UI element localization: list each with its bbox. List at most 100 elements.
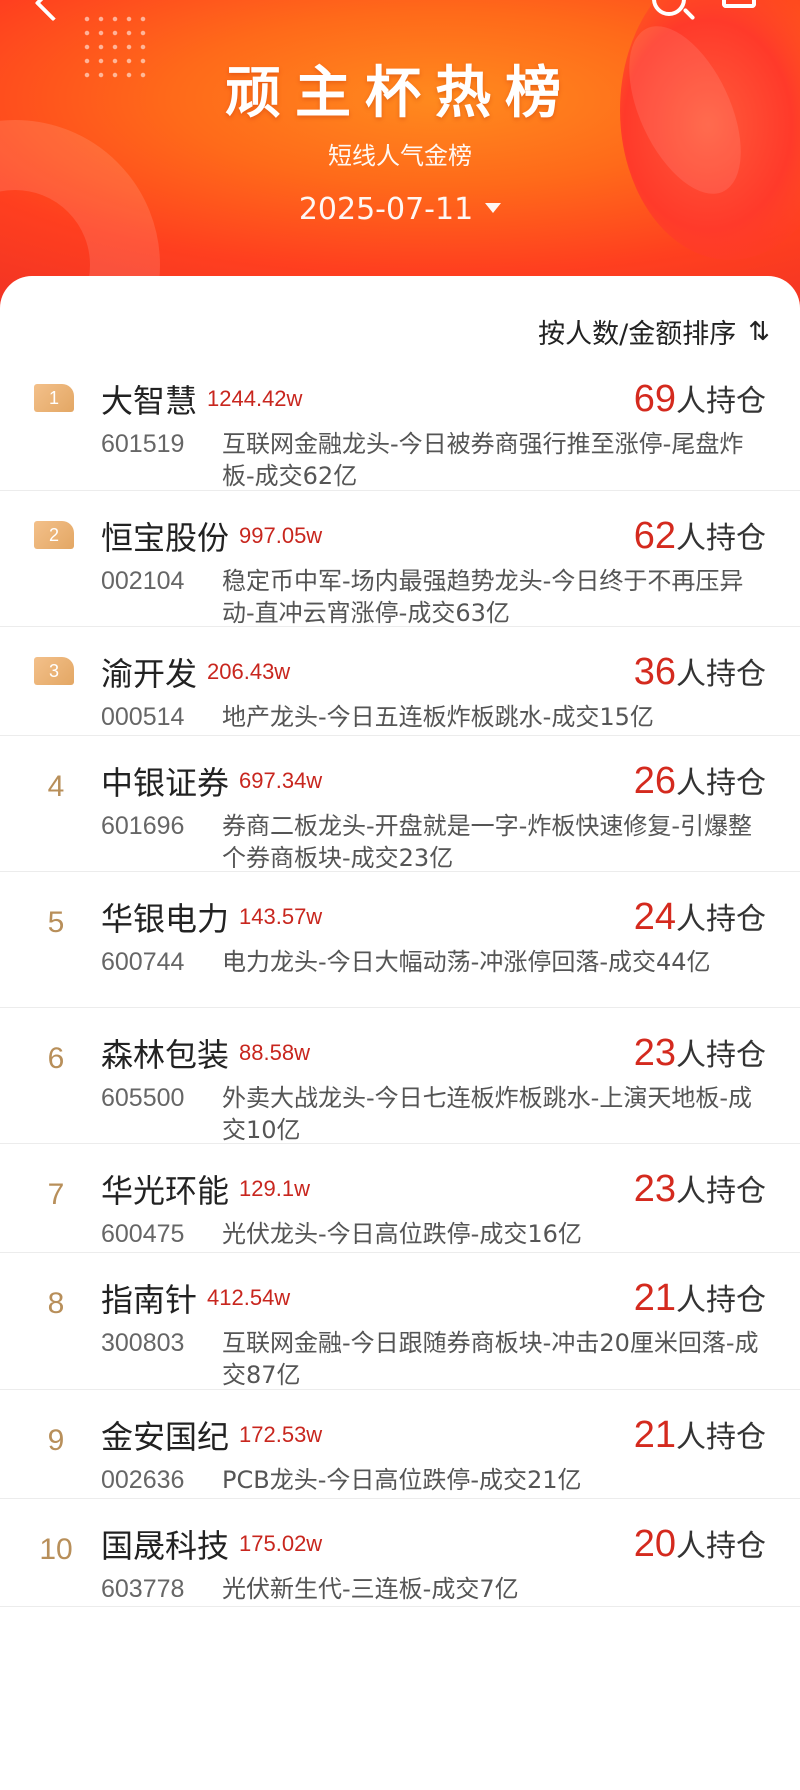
stock-amount: 206.43w bbox=[207, 659, 291, 684]
date-value: 2025-07-11 bbox=[298, 192, 474, 227]
holder-suffix: 人持仓 bbox=[676, 902, 766, 937]
stock-row[interactable]: 9 金安国纪 172.53w 21人持仓 002636 PCB龙头-今日高位跌停-成交21… bbox=[0, 1390, 800, 1499]
rank-number: 6 bbox=[47, 1042, 65, 1075]
stock-description: 互联网金融龙头-今日被券商强行推至涨停-尾盘炸板-成交62亿 bbox=[222, 430, 744, 490]
holder-suffix: 人持仓 bbox=[676, 1174, 766, 1209]
holder-suffix: 人持仓 bbox=[676, 1529, 766, 1564]
holder-suffix: 人持仓 bbox=[676, 657, 766, 692]
stock-name: 渝开发 bbox=[101, 655, 198, 693]
holder-suffix: 人持仓 bbox=[676, 766, 766, 801]
stock-row[interactable]: 6 森林包装 88.58w 23人持仓 605500 外卖大战龙头-今日七连板炸板跳水-上… bbox=[0, 1008, 800, 1144]
stock-name-line: 渝开发 206.43w bbox=[101, 649, 290, 695]
stock-amount: 997.05w bbox=[239, 523, 323, 548]
holder-suffix: 人持仓 bbox=[676, 1038, 766, 1073]
stock-name-line: 国晟科技 175.02w bbox=[101, 1521, 322, 1567]
stock-code: 605500 bbox=[101, 1084, 185, 1112]
stock-description: 光伏龙头-今日高位跌停-成交16亿 bbox=[222, 1220, 582, 1248]
stock-name-line: 指南针 412.54w bbox=[101, 1275, 290, 1321]
stock-code: 601519 bbox=[101, 430, 185, 458]
stock-row[interactable]: 7 华光环能 129.1w 23人持仓 600475 光伏龙头-今日高位跌停-成交16亿 bbox=[0, 1144, 800, 1253]
stock-row[interactable]: 2 恒宝股份 997.05w 62人持仓 002104 稳定币中军-场内最强趋势龙头-今日… bbox=[0, 491, 800, 627]
rank-number: 7 bbox=[47, 1178, 65, 1211]
holder-number: 23 bbox=[633, 1168, 676, 1210]
holder-number: 24 bbox=[633, 896, 676, 938]
stock-amount: 412.54w bbox=[207, 1285, 291, 1310]
stock-description: 互联网金融-今日跟随券商板块-冲击20厘米回落-成交87亿 bbox=[222, 1329, 759, 1389]
rank-number: 10 bbox=[39, 1533, 73, 1566]
holder-number: 36 bbox=[633, 651, 676, 693]
ranking-list: 1 大智慧 1244.42w 69人持仓 601519 互联网金融龙头-今日被券商强行推至… bbox=[0, 354, 800, 1607]
rank-number: 8 bbox=[47, 1287, 65, 1320]
stock-code: 601696 bbox=[101, 812, 185, 840]
rank-badge: 3 bbox=[34, 657, 74, 685]
stock-name: 大智慧 bbox=[101, 382, 198, 420]
stock-row[interactable]: 5 华银电力 143.57w 24人持仓 600744 电力龙头-今日大幅动荡-冲涨停回落… bbox=[0, 872, 800, 1008]
holder-count: 21人持仓 bbox=[634, 1275, 766, 1320]
stock-code: 300803 bbox=[101, 1329, 185, 1357]
date-picker[interactable]: 2025-07-11 bbox=[0, 192, 800, 227]
stock-name-line: 大智慧 1244.42w bbox=[101, 376, 302, 422]
sort-toggle[interactable]: 按人数/金额排序 ⇅ bbox=[538, 312, 770, 351]
rank-number: 5 bbox=[47, 906, 65, 939]
holder-suffix: 人持仓 bbox=[676, 1283, 766, 1318]
holder-number: 26 bbox=[633, 760, 676, 802]
stock-description: 外卖大战龙头-今日七连板炸板跳水-上演天地板-成交10亿 bbox=[222, 1084, 752, 1144]
rank-badge: 1 bbox=[34, 384, 74, 412]
stock-description: PCB龙头-今日高位跌停-成交21亿 bbox=[222, 1466, 582, 1494]
stock-name-line: 华光环能 129.1w bbox=[101, 1166, 310, 1212]
stock-code: 603778 bbox=[101, 1575, 185, 1603]
holder-number: 21 bbox=[633, 1414, 676, 1456]
stock-row[interactable]: 1 大智慧 1244.42w 69人持仓 601519 互联网金融龙头-今日被券商强行推至… bbox=[0, 354, 800, 491]
back-arrow-icon[interactable] bbox=[34, 0, 72, 22]
holder-number: 23 bbox=[633, 1032, 676, 1074]
holder-number: 69 bbox=[633, 378, 676, 420]
stock-row[interactable]: 8 指南针 412.54w 21人持仓 300803 互联网金融-今日跟随券商板块-冲击2… bbox=[0, 1253, 800, 1390]
stock-description: 稳定币中军-场内最强趋势龙头-今日终于不再压异动-直冲云宵涨停-成交63亿 bbox=[222, 567, 744, 627]
stock-name: 华光环能 bbox=[101, 1172, 230, 1210]
stock-amount: 697.34w bbox=[239, 768, 323, 793]
stock-name: 国晟科技 bbox=[101, 1527, 230, 1565]
holder-number: 62 bbox=[633, 515, 676, 557]
stock-name: 恒宝股份 bbox=[101, 519, 230, 557]
share-icon[interactable] bbox=[722, 0, 756, 8]
stock-amount: 175.02w bbox=[239, 1531, 323, 1556]
stock-row[interactable]: 3 渝开发 206.43w 36人持仓 000514 地产龙头-今日五连板炸板跳水-成交1… bbox=[0, 627, 800, 736]
holder-number: 20 bbox=[633, 1523, 676, 1565]
stock-amount: 143.57w bbox=[239, 904, 323, 929]
holder-suffix: 人持仓 bbox=[676, 521, 766, 556]
rank-number: 4 bbox=[47, 770, 65, 803]
stock-amount: 172.53w bbox=[239, 1422, 323, 1447]
stock-name-line: 华银电力 143.57w bbox=[101, 894, 322, 940]
stock-description: 券商二板龙头-开盘就是一字-炸板快速修复-引爆整个券商板块-成交23亿 bbox=[222, 812, 752, 872]
stock-description: 光伏新生代-三连板-成交7亿 bbox=[222, 1575, 519, 1603]
stock-name-line: 恒宝股份 997.05w bbox=[101, 513, 322, 559]
holder-count: 20人持仓 bbox=[634, 1521, 766, 1566]
stock-name: 华银电力 bbox=[101, 900, 230, 938]
caret-down-icon bbox=[485, 202, 502, 213]
holder-count: 21人持仓 bbox=[634, 1412, 766, 1457]
page-subtitle: 短线人气金榜 bbox=[328, 142, 472, 170]
stock-description: 地产龙头-今日五连板炸板跳水-成交15亿 bbox=[222, 703, 654, 731]
stock-name-line: 森林包装 88.58w bbox=[101, 1030, 310, 1076]
holder-count: 69人持仓 bbox=[634, 376, 766, 421]
holder-count: 36人持仓 bbox=[634, 649, 766, 694]
sort-label: 按人数/金额排序 bbox=[538, 319, 737, 350]
stock-amount: 1244.42w bbox=[207, 386, 303, 411]
stock-amount: 129.1w bbox=[239, 1176, 310, 1201]
stock-code: 600744 bbox=[101, 948, 185, 976]
stock-row[interactable]: 10 国晟科技 175.02w 20人持仓 603778 光伏新生代-三连板-成交7亿 bbox=[0, 1499, 800, 1607]
page-title: 顽主杯热榜 bbox=[225, 61, 575, 126]
stock-description: 电力龙头-今日大幅动荡-冲涨停回落-成交44亿 bbox=[222, 948, 711, 976]
holder-count: 24人持仓 bbox=[634, 894, 766, 939]
stock-code: 600475 bbox=[101, 1220, 185, 1248]
holder-count: 23人持仓 bbox=[634, 1166, 766, 1211]
stock-row[interactable]: 4 中银证券 697.34w 26人持仓 601696 券商二板龙头-开盘就是一字-炸板快… bbox=[0, 736, 800, 872]
stock-name: 中银证券 bbox=[101, 764, 230, 802]
holder-count: 23人持仓 bbox=[634, 1030, 766, 1075]
stock-code: 000514 bbox=[101, 703, 185, 731]
stock-name: 金安国纪 bbox=[101, 1418, 230, 1456]
stock-name: 指南针 bbox=[101, 1281, 198, 1319]
holder-suffix: 人持仓 bbox=[676, 1420, 766, 1455]
holder-count: 26人持仓 bbox=[634, 758, 766, 803]
stock-code: 002636 bbox=[101, 1466, 185, 1494]
